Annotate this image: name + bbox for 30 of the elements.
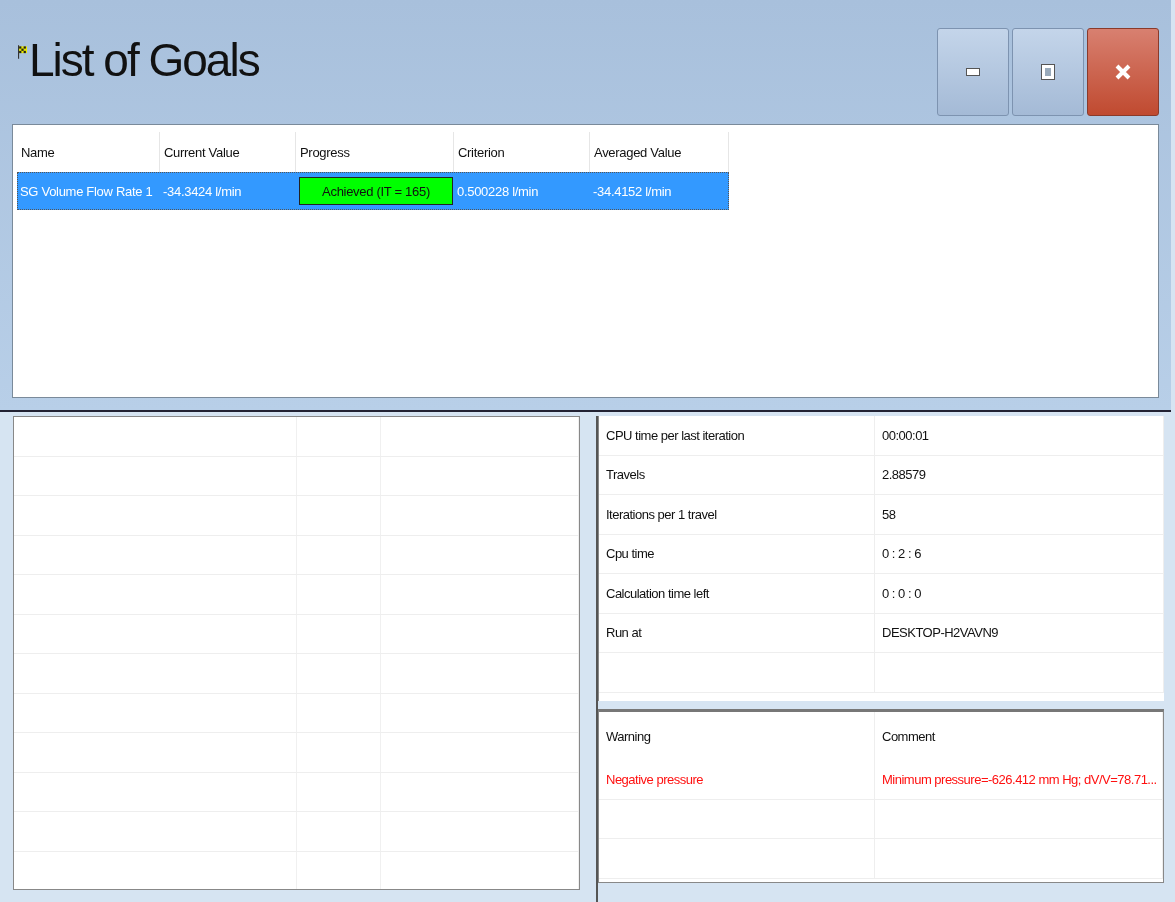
info-value: 0 : 2 : 6 <box>875 534 1164 573</box>
info-label: Iterations per 1 travel <box>599 495 875 534</box>
info-value: 00:00:01 <box>875 416 1164 455</box>
info-label: Run at <box>599 613 875 652</box>
info-label: CPU time per last iteration <box>599 416 875 455</box>
table-cell-text: -34.4152 l/min <box>592 183 673 199</box>
maximize-icon <box>1041 64 1055 80</box>
info-value: 0 : 0 : 0 <box>875 574 1164 613</box>
info-value: 2.88579 <box>875 455 1164 494</box>
minimize-button[interactable] <box>937 28 1009 116</box>
info-label: Cpu time <box>599 534 875 573</box>
progress-label: Achieved (IT = 165) <box>321 182 431 201</box>
goal-row[interactable]: SG Volume Flow Rate 1 -34.3424 l/min Achieved (IT = 165) 0.500228 l/min -34.4152 l/min <box>17 172 729 210</box>
info-label: Travels <box>599 455 875 494</box>
maximize-button[interactable] <box>1012 28 1084 116</box>
warning-text: Negative pressure <box>599 760 875 799</box>
warning-comment: Minimum pressure=-626.412 mm Hg; dV/V=78.71... <box>875 760 1163 799</box>
minimize-icon <box>966 68 980 76</box>
table-cell-text: SG Volume Flow Rate 1 <box>19 183 154 199</box>
flag-icon <box>18 45 27 59</box>
info-label: Calculation time left <box>599 574 875 613</box>
column-header[interactable]: Warning <box>599 712 875 760</box>
close-icon <box>1114 63 1132 81</box>
close-button[interactable] <box>1087 28 1159 116</box>
info-value: DESKTOP-H2VAVN9 <box>875 613 1164 652</box>
info-value: 58 <box>875 495 1164 534</box>
window-title: List of Goals <box>29 33 259 87</box>
column-header[interactable]: Comment <box>875 712 1163 760</box>
table-cell-text: -34.3424 l/min <box>162 183 243 199</box>
table-cell-text: 0.500228 l/min <box>456 183 540 199</box>
